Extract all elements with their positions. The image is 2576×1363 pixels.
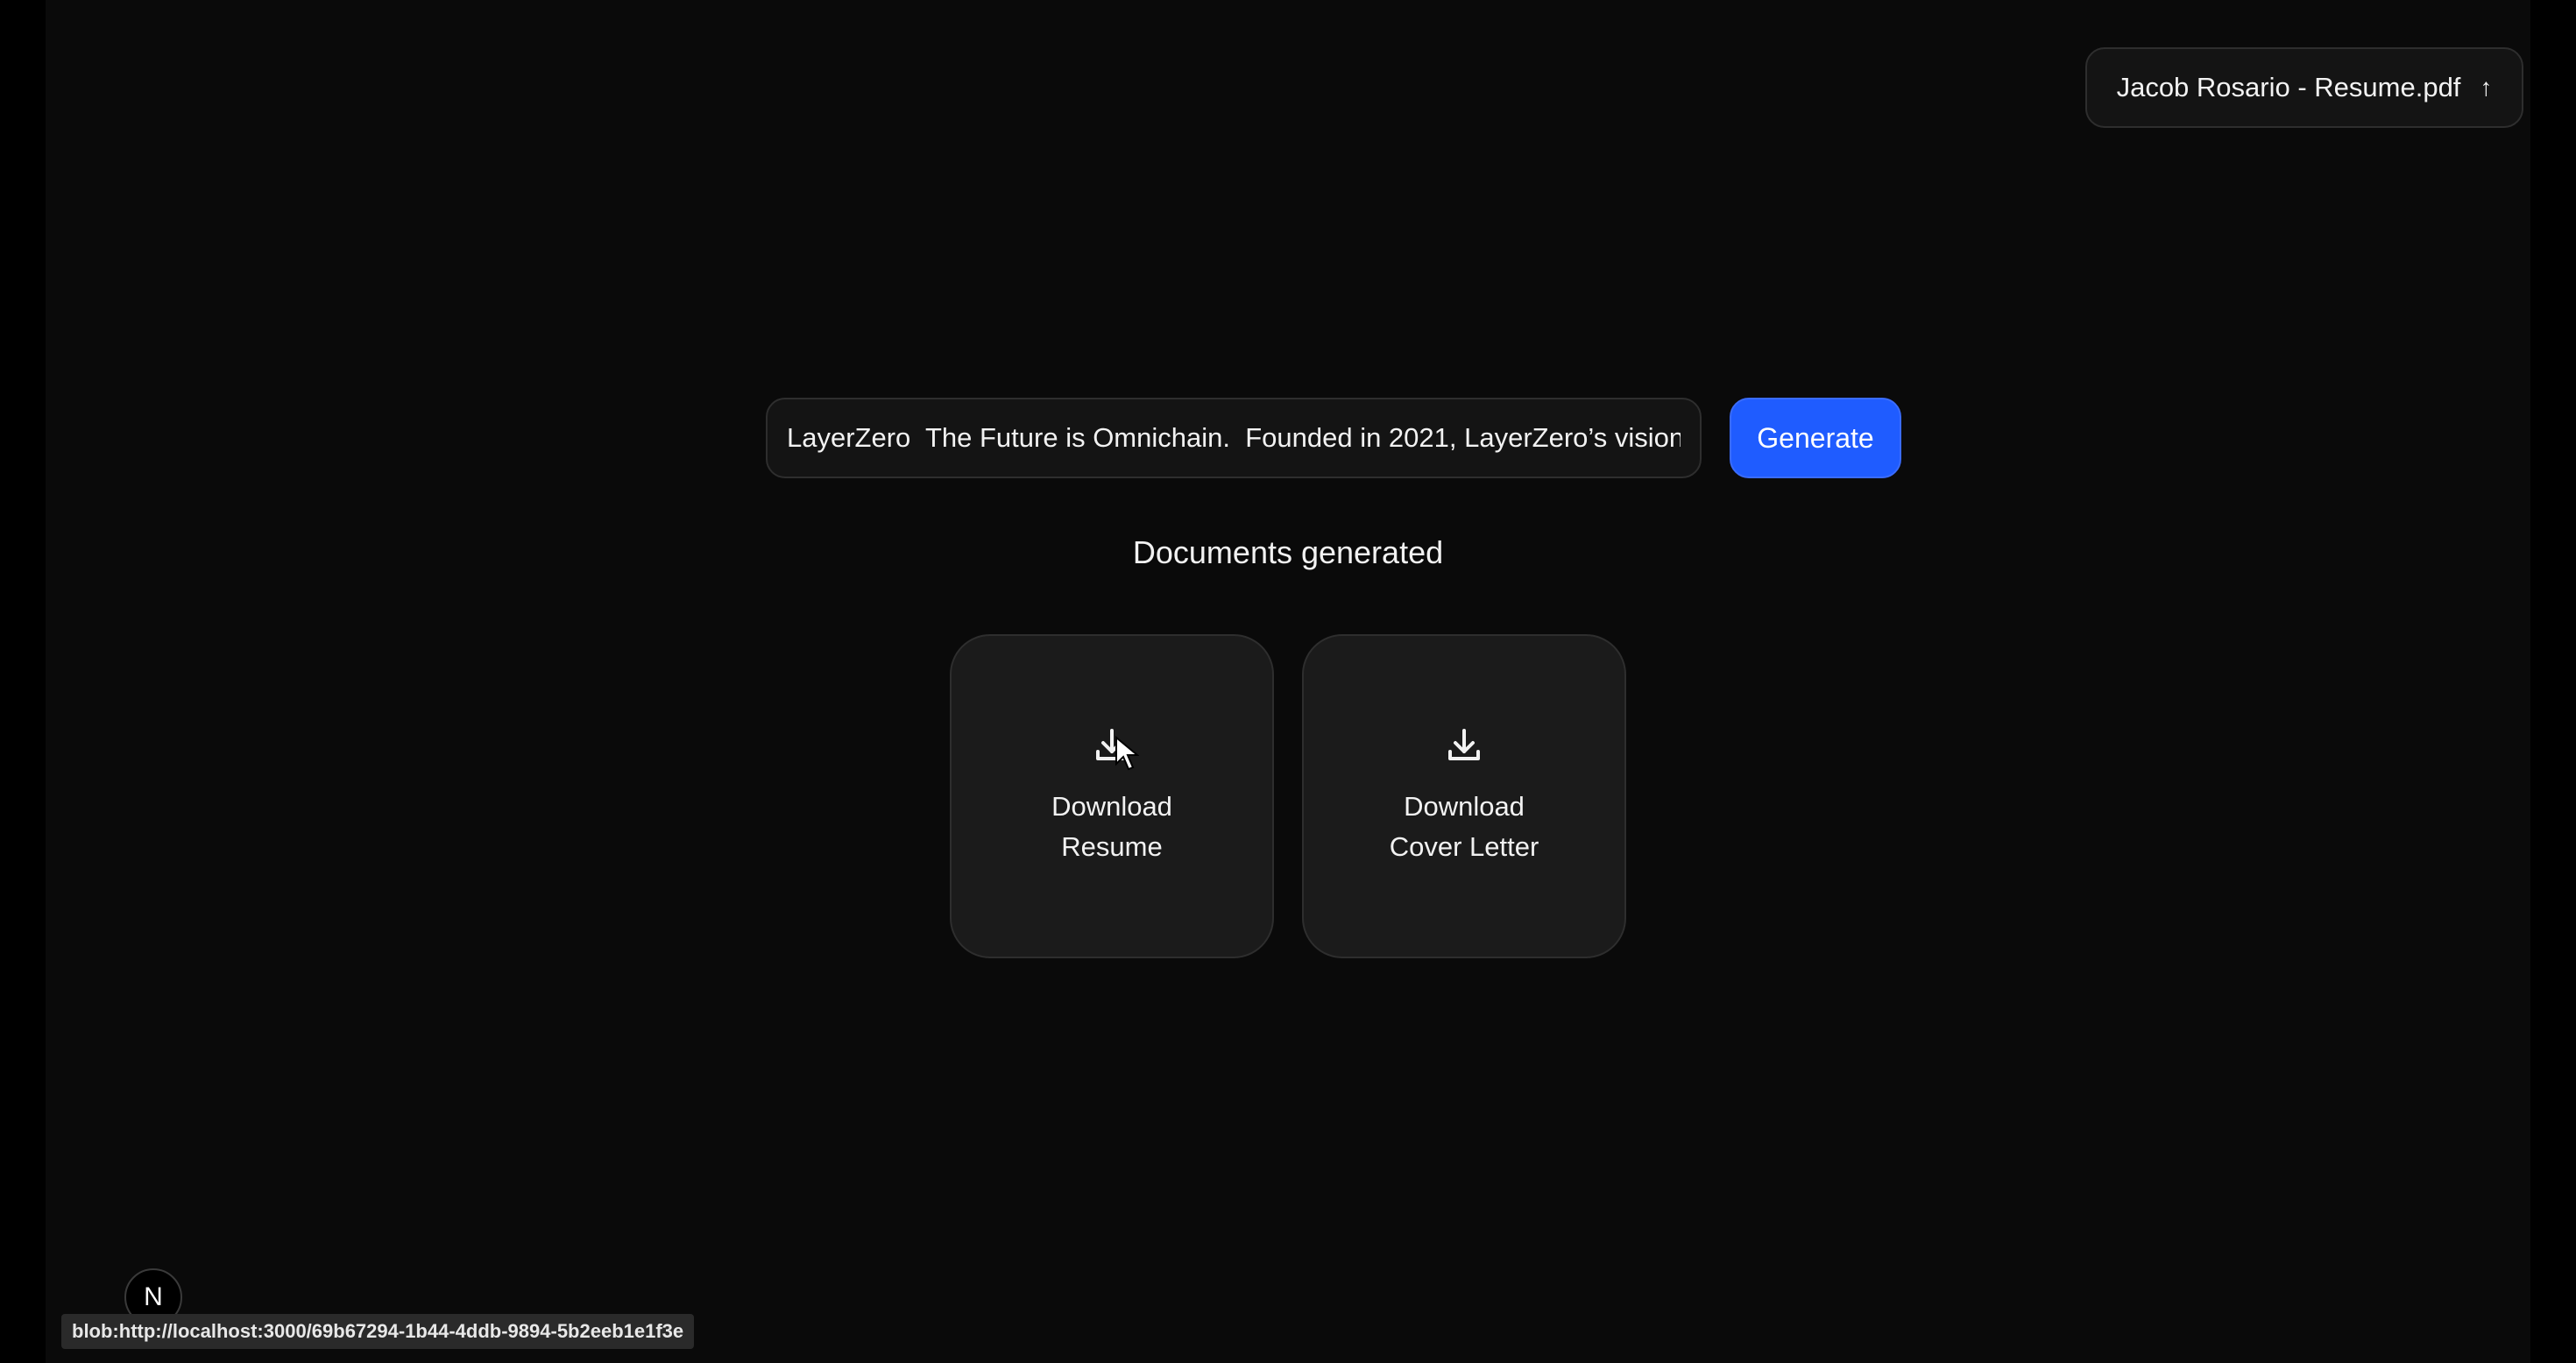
- app-viewport: Jacob Rosario - Resume.pdf ↑ Generate Do…: [46, 0, 2530, 1363]
- resume-upload-button[interactable]: Jacob Rosario - Resume.pdf ↑: [2085, 47, 2523, 128]
- generate-button[interactable]: Generate: [1730, 398, 1901, 478]
- download-resume-card[interactable]: Download Resume: [950, 634, 1274, 958]
- arrow-up-icon: ↑: [2480, 74, 2493, 101]
- download-icon: [1448, 729, 1480, 760]
- documents-heading: Documents generated: [1132, 534, 1444, 570]
- uploaded-filename: Jacob Rosario - Resume.pdf: [2116, 72, 2461, 102]
- mouse-pointer-icon: [1115, 736, 1139, 771]
- download-resume-label-line2: Resume: [1061, 831, 1163, 862]
- job-description-input[interactable]: [766, 398, 1702, 478]
- download-cover-letter-card[interactable]: Download Cover Letter: [1302, 634, 1626, 958]
- download-cover-letter-label-line1: Download: [1404, 791, 1525, 822]
- download-cover-letter-label-line2: Cover Letter: [1389, 831, 1539, 862]
- link-status-bar: blob:http://localhost:3000/69b67294-1b44…: [61, 1314, 695, 1349]
- download-resume-label-line1: Download: [1051, 791, 1172, 822]
